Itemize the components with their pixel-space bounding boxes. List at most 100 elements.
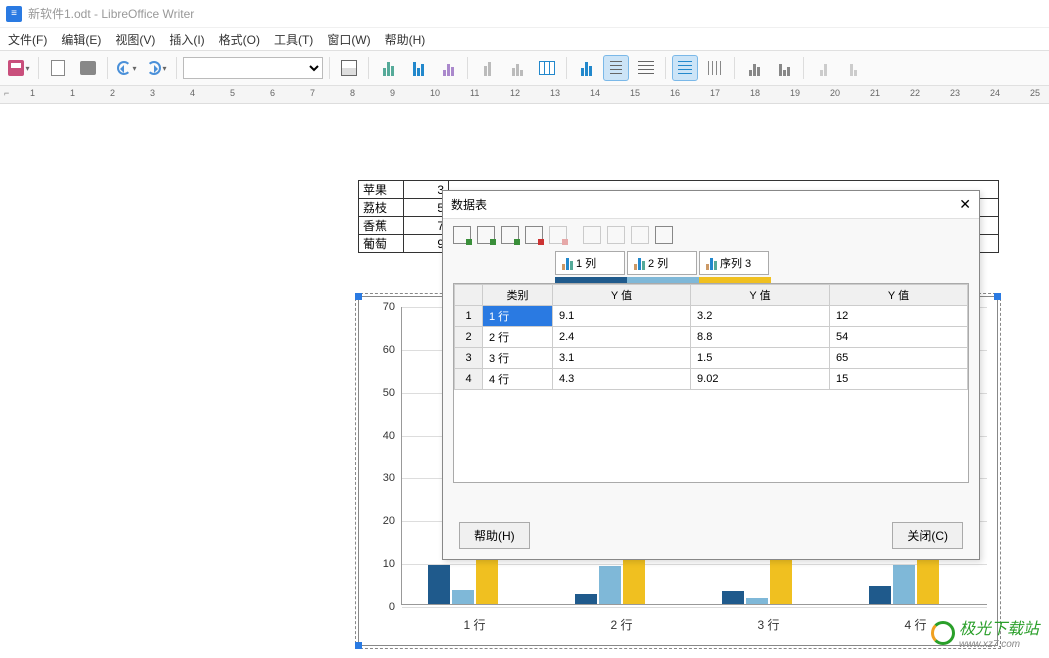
menu-help[interactable]: 帮助(H) xyxy=(385,31,426,48)
menu-format[interactable]: 格式(O) xyxy=(219,31,260,48)
insert-row-button[interactable] xyxy=(453,226,471,244)
delete-row-button[interactable] xyxy=(525,226,543,244)
chart-area-button[interactable] xyxy=(504,55,530,81)
cell-name[interactable]: 香蕉 xyxy=(359,217,404,235)
chart-type-3-button[interactable] xyxy=(435,55,461,81)
ruler-tick: 21 xyxy=(870,88,880,98)
cell-category[interactable]: 2 行 xyxy=(483,327,553,348)
move-col-left-button[interactable] xyxy=(583,226,601,244)
watermark: 极光下载站 www.xz7.com xyxy=(931,615,1039,650)
column-header[interactable]: 类别 xyxy=(483,285,553,306)
row-number[interactable]: 3 xyxy=(455,348,483,369)
menu-insert[interactable]: 插入(I) xyxy=(169,31,204,48)
menu-file[interactable]: 文件(F) xyxy=(8,31,47,48)
help-button[interactable]: 帮助(H) xyxy=(459,522,530,549)
cell-category[interactable]: 4 行 xyxy=(483,369,553,390)
chart-bar[interactable] xyxy=(575,594,597,604)
chart-bar[interactable] xyxy=(476,553,498,604)
ruler-tick: 11 xyxy=(470,88,479,98)
new-doc-button[interactable] xyxy=(45,55,71,81)
cell-value[interactable]: 12 xyxy=(829,306,967,327)
series-color xyxy=(699,277,771,283)
data-grid[interactable]: 类别Y 值Y 值Y 值 1 1 行 9.1 3.2 122 2 行 2.4 8.… xyxy=(453,283,969,483)
chart-3d-button[interactable] xyxy=(474,55,500,81)
column-header[interactable]: Y 值 xyxy=(553,285,691,306)
legend-button[interactable] xyxy=(603,55,629,81)
separator xyxy=(329,57,330,79)
main-toolbar: ▾ ▾ ▾ xyxy=(0,50,1049,86)
cell-name[interactable]: 荔枝 xyxy=(359,199,404,217)
row-number[interactable]: 4 xyxy=(455,369,483,390)
column-header[interactable]: Y 值 xyxy=(691,285,830,306)
ruler-tick: 22 xyxy=(910,88,920,98)
series-header[interactable]: 序列 3 xyxy=(699,251,769,275)
cell-value[interactable]: 1.5 xyxy=(691,348,830,369)
window-titlebar: 新软件1.odt - LibreOffice Writer xyxy=(0,0,1049,28)
move-row-up-button[interactable] xyxy=(631,226,649,244)
x-axis-button[interactable] xyxy=(741,55,767,81)
app-icon xyxy=(6,6,22,22)
cell-value[interactable]: 2.4 xyxy=(553,327,691,348)
cell-value[interactable]: 3.2 xyxy=(691,306,830,327)
chart-bar[interactable] xyxy=(746,598,768,604)
column-header[interactable]: Y 值 xyxy=(829,285,967,306)
insert-col-button[interactable] xyxy=(477,226,495,244)
cell-value[interactable]: 4.3 xyxy=(553,369,691,390)
resize-handle[interactable] xyxy=(355,642,362,649)
menu-view[interactable]: 视图(V) xyxy=(115,31,155,48)
series-header[interactable]: 2 列 xyxy=(627,251,697,275)
menu-tools[interactable]: 工具(T) xyxy=(274,31,313,48)
undo-button[interactable]: ▾ xyxy=(114,55,140,81)
ruler-tick: 23 xyxy=(950,88,960,98)
ruler-tick: 4 xyxy=(190,88,195,98)
axis-title-button[interactable] xyxy=(633,55,659,81)
chart-bar[interactable] xyxy=(452,590,474,604)
move-col-right-button[interactable] xyxy=(607,226,625,244)
close-icon[interactable]: ✕ xyxy=(959,196,971,213)
column-header[interactable] xyxy=(455,285,483,306)
data-table-button[interactable] xyxy=(534,55,560,81)
ruler-tick: 9 xyxy=(390,88,395,98)
delete-col-button[interactable] xyxy=(549,226,567,244)
y-axis-button[interactable] xyxy=(771,55,797,81)
cell-value[interactable]: 15 xyxy=(829,369,967,390)
resize-handle[interactable] xyxy=(355,293,362,300)
row-number[interactable]: 1 xyxy=(455,306,483,327)
series-header[interactable]: 1 列 xyxy=(555,251,625,275)
close-button[interactable]: 关闭(C) xyxy=(892,522,963,549)
chart-bar[interactable] xyxy=(599,566,621,604)
cell-name[interactable]: 葡萄 xyxy=(359,235,404,253)
cell-category[interactable]: 3 行 xyxy=(483,348,553,369)
menu-bar: 文件(F) 编辑(E) 视图(V) 插入(I) 格式(O) 工具(T) 窗口(W… xyxy=(0,28,1049,50)
cell-name[interactable]: 苹果 xyxy=(359,181,404,199)
print-button[interactable] xyxy=(75,55,101,81)
chart-bar[interactable] xyxy=(722,591,744,604)
chart-bar[interactable] xyxy=(893,565,915,604)
save-button[interactable]: ▾ xyxy=(6,55,32,81)
row-number[interactable]: 2 xyxy=(455,327,483,348)
move-row-down-button[interactable] xyxy=(655,226,673,244)
chart-bar-button[interactable] xyxy=(573,55,599,81)
chart-bar[interactable] xyxy=(428,565,450,604)
menu-window[interactable]: 窗口(W) xyxy=(327,31,370,48)
insert-text-col-button[interactable] xyxy=(501,226,519,244)
redo-button[interactable]: ▾ xyxy=(144,55,170,81)
chart-type-1-button[interactable] xyxy=(375,55,401,81)
cell-category[interactable]: 1 行 xyxy=(483,306,553,327)
menu-edit[interactable]: 编辑(E) xyxy=(61,31,101,48)
resize-handle[interactable] xyxy=(994,293,1001,300)
cell-value[interactable]: 54 xyxy=(829,327,967,348)
cell-value[interactable]: 3.1 xyxy=(553,348,691,369)
chart-bar[interactable] xyxy=(869,586,891,604)
cell-value[interactable]: 9.02 xyxy=(691,369,830,390)
all-axes-button[interactable] xyxy=(840,55,866,81)
style-combo[interactable] xyxy=(183,57,323,79)
chart-type-2-button[interactable] xyxy=(405,55,431,81)
cell-value[interactable]: 9.1 xyxy=(553,306,691,327)
z-axis-button[interactable] xyxy=(810,55,836,81)
hgrid-button[interactable] xyxy=(672,55,698,81)
cell-value[interactable]: 65 xyxy=(829,348,967,369)
vgrid-button[interactable] xyxy=(702,55,728,81)
format-button[interactable] xyxy=(336,55,362,81)
cell-value[interactable]: 8.8 xyxy=(691,327,830,348)
